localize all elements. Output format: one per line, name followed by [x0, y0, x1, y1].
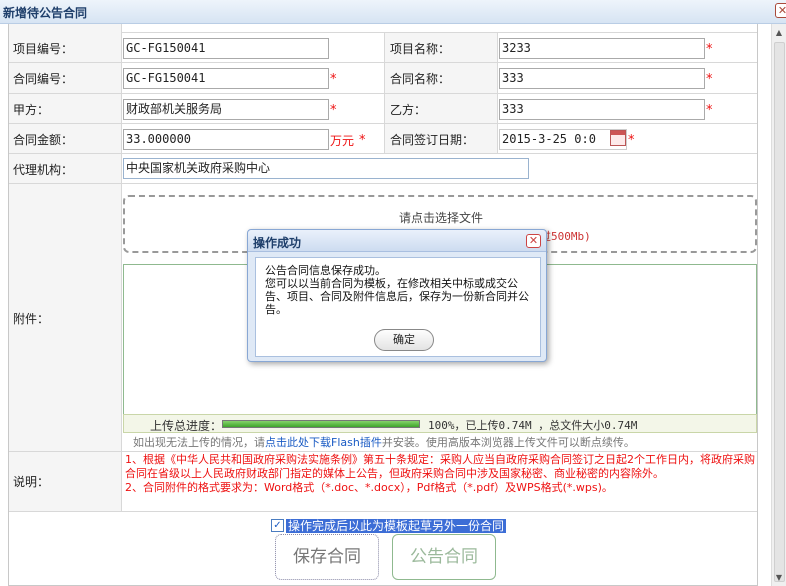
project-name-label: 项目名称： [390, 42, 451, 56]
progress-bar [222, 420, 420, 428]
notes-text: 1、根据《中华人民共和国政府采购法实施条例》第五十条规定：采购人应当自政府采购合… [125, 453, 755, 495]
dialog-close-icon[interactable]: ✕ [526, 234, 541, 248]
required-mark: * [706, 103, 713, 118]
notes-label: 说明： [13, 475, 50, 489]
row-contract: 合同编号： GC-FG150041 * 合同名称： 333 * [9, 63, 757, 94]
progress-text: 100%，已上传0.74M ，总文件大小0.74M [428, 419, 638, 432]
upload-progress: 上传总进度： 100%，已上传0.74M ，总文件大小0.74M [123, 414, 757, 433]
required-mark: * [628, 133, 635, 148]
dialog-header: 操作成功 ✕ [248, 230, 546, 252]
party-a-input[interactable]: 财政部机关服务局 [123, 99, 329, 120]
contract-name-input[interactable]: 333 [499, 68, 705, 89]
success-dialog: 操作成功 ✕ 公告合同信息保存成功。 您可以以当前合同为模板，在修改相关中标或成… [247, 229, 547, 362]
agency-label: 代理机构： [13, 163, 74, 177]
agency-input[interactable]: 中央国家机关政府采购中心 [123, 158, 529, 179]
contract-name-label: 合同名称： [390, 72, 451, 86]
attachments-label: 附件： [13, 312, 50, 326]
row-project: 项目编号： GC-FG150041 项目名称： 3233 * [9, 33, 757, 63]
window-title: 新增待公告合同 [3, 6, 88, 20]
required-mark: * [706, 42, 713, 57]
sign-date-label: 合同签订日期： [390, 133, 475, 147]
project-name-input[interactable]: 3233 [499, 38, 705, 59]
dialog-ok-button[interactable]: 确定 [374, 329, 434, 351]
dialog-title: 操作成功 [253, 236, 302, 250]
note-2: 2、合同附件的格式要求为：Word格式（*.doc、*.docx），Pdf格式（… [125, 481, 613, 494]
scroll-down-icon[interactable]: ▼ [774, 573, 784, 582]
party-a-label: 甲方： [13, 103, 50, 117]
progress-label: 上传总进度： [150, 419, 223, 433]
scroll-up-icon[interactable]: ▲ [774, 28, 784, 37]
form-top-gap [9, 24, 757, 33]
window-close-icon[interactable]: ✕ [775, 3, 786, 18]
window-titlebar: 新增待公告合同 ✕ [0, 0, 786, 24]
required-mark: * [706, 72, 713, 87]
contract-no-input[interactable]: GC-FG150041 [123, 68, 329, 89]
row-parties: 甲方： 财政部机关服务局 * 乙方： 333 * [9, 94, 757, 124]
required-mark: * [330, 72, 337, 87]
contract-no-label: 合同编号： [13, 72, 74, 86]
dialog-body: 公告合同信息保存成功。 您可以以当前合同为模板，在修改相关中标或成交公告、项目、… [255, 257, 541, 357]
template-checkbox[interactable]: ✓ [271, 519, 284, 532]
party-b-input[interactable]: 333 [499, 99, 705, 120]
dialog-message: 公告合同信息保存成功。 您可以以当前合同为模板，在修改相关中标或成交公告、项目、… [265, 264, 529, 316]
note-1: 1、根据《中华人民共和国政府采购法实施条例》第五十条规定：采购人应当自政府采购合… [125, 453, 755, 480]
save-contract-button[interactable]: 保存合同 [275, 534, 379, 580]
amount-input[interactable]: 33.000000 [123, 129, 329, 150]
scrollbar-thumb[interactable] [774, 42, 785, 582]
row-agency: 代理机构： 中央国家机关政府采购中心 [9, 154, 757, 184]
amount-label: 合同金额： [13, 133, 74, 147]
calendar-icon[interactable] [610, 130, 626, 146]
drop-zone-tip: 请点击选择文件 [399, 211, 484, 225]
amount-unit: 万元 [330, 134, 355, 148]
project-no-label: 项目编号： [13, 42, 74, 56]
flash-download-link[interactable]: 点击此处下载Flash插件 [265, 436, 382, 449]
progress-bar-fill [223, 421, 419, 427]
required-mark: * [330, 103, 337, 118]
required-mark: * [359, 133, 366, 148]
flash-fallback-note: 如出现无法上传的情况，请点击此处下载Flash插件并安装。使用高版本浏览器上传文… [133, 436, 635, 449]
vertical-scrollbar[interactable]: ▲ ▼ [771, 24, 786, 586]
size-hint: 过500Mb) [540, 230, 591, 243]
publish-contract-button[interactable]: 公告合同 [392, 534, 496, 580]
template-checkbox-label[interactable]: 操作完成后以此为模板起草另外一份合同 [286, 519, 507, 533]
row-amount-date: 合同金额： 33.000000 万元 * 合同签订日期： 2015-3-25 0… [9, 124, 757, 154]
project-no-input[interactable]: GC-FG150041 [123, 38, 329, 59]
sign-date-input[interactable]: 2015-3-25 0:0 [499, 129, 627, 150]
party-b-label: 乙方： [390, 103, 427, 117]
